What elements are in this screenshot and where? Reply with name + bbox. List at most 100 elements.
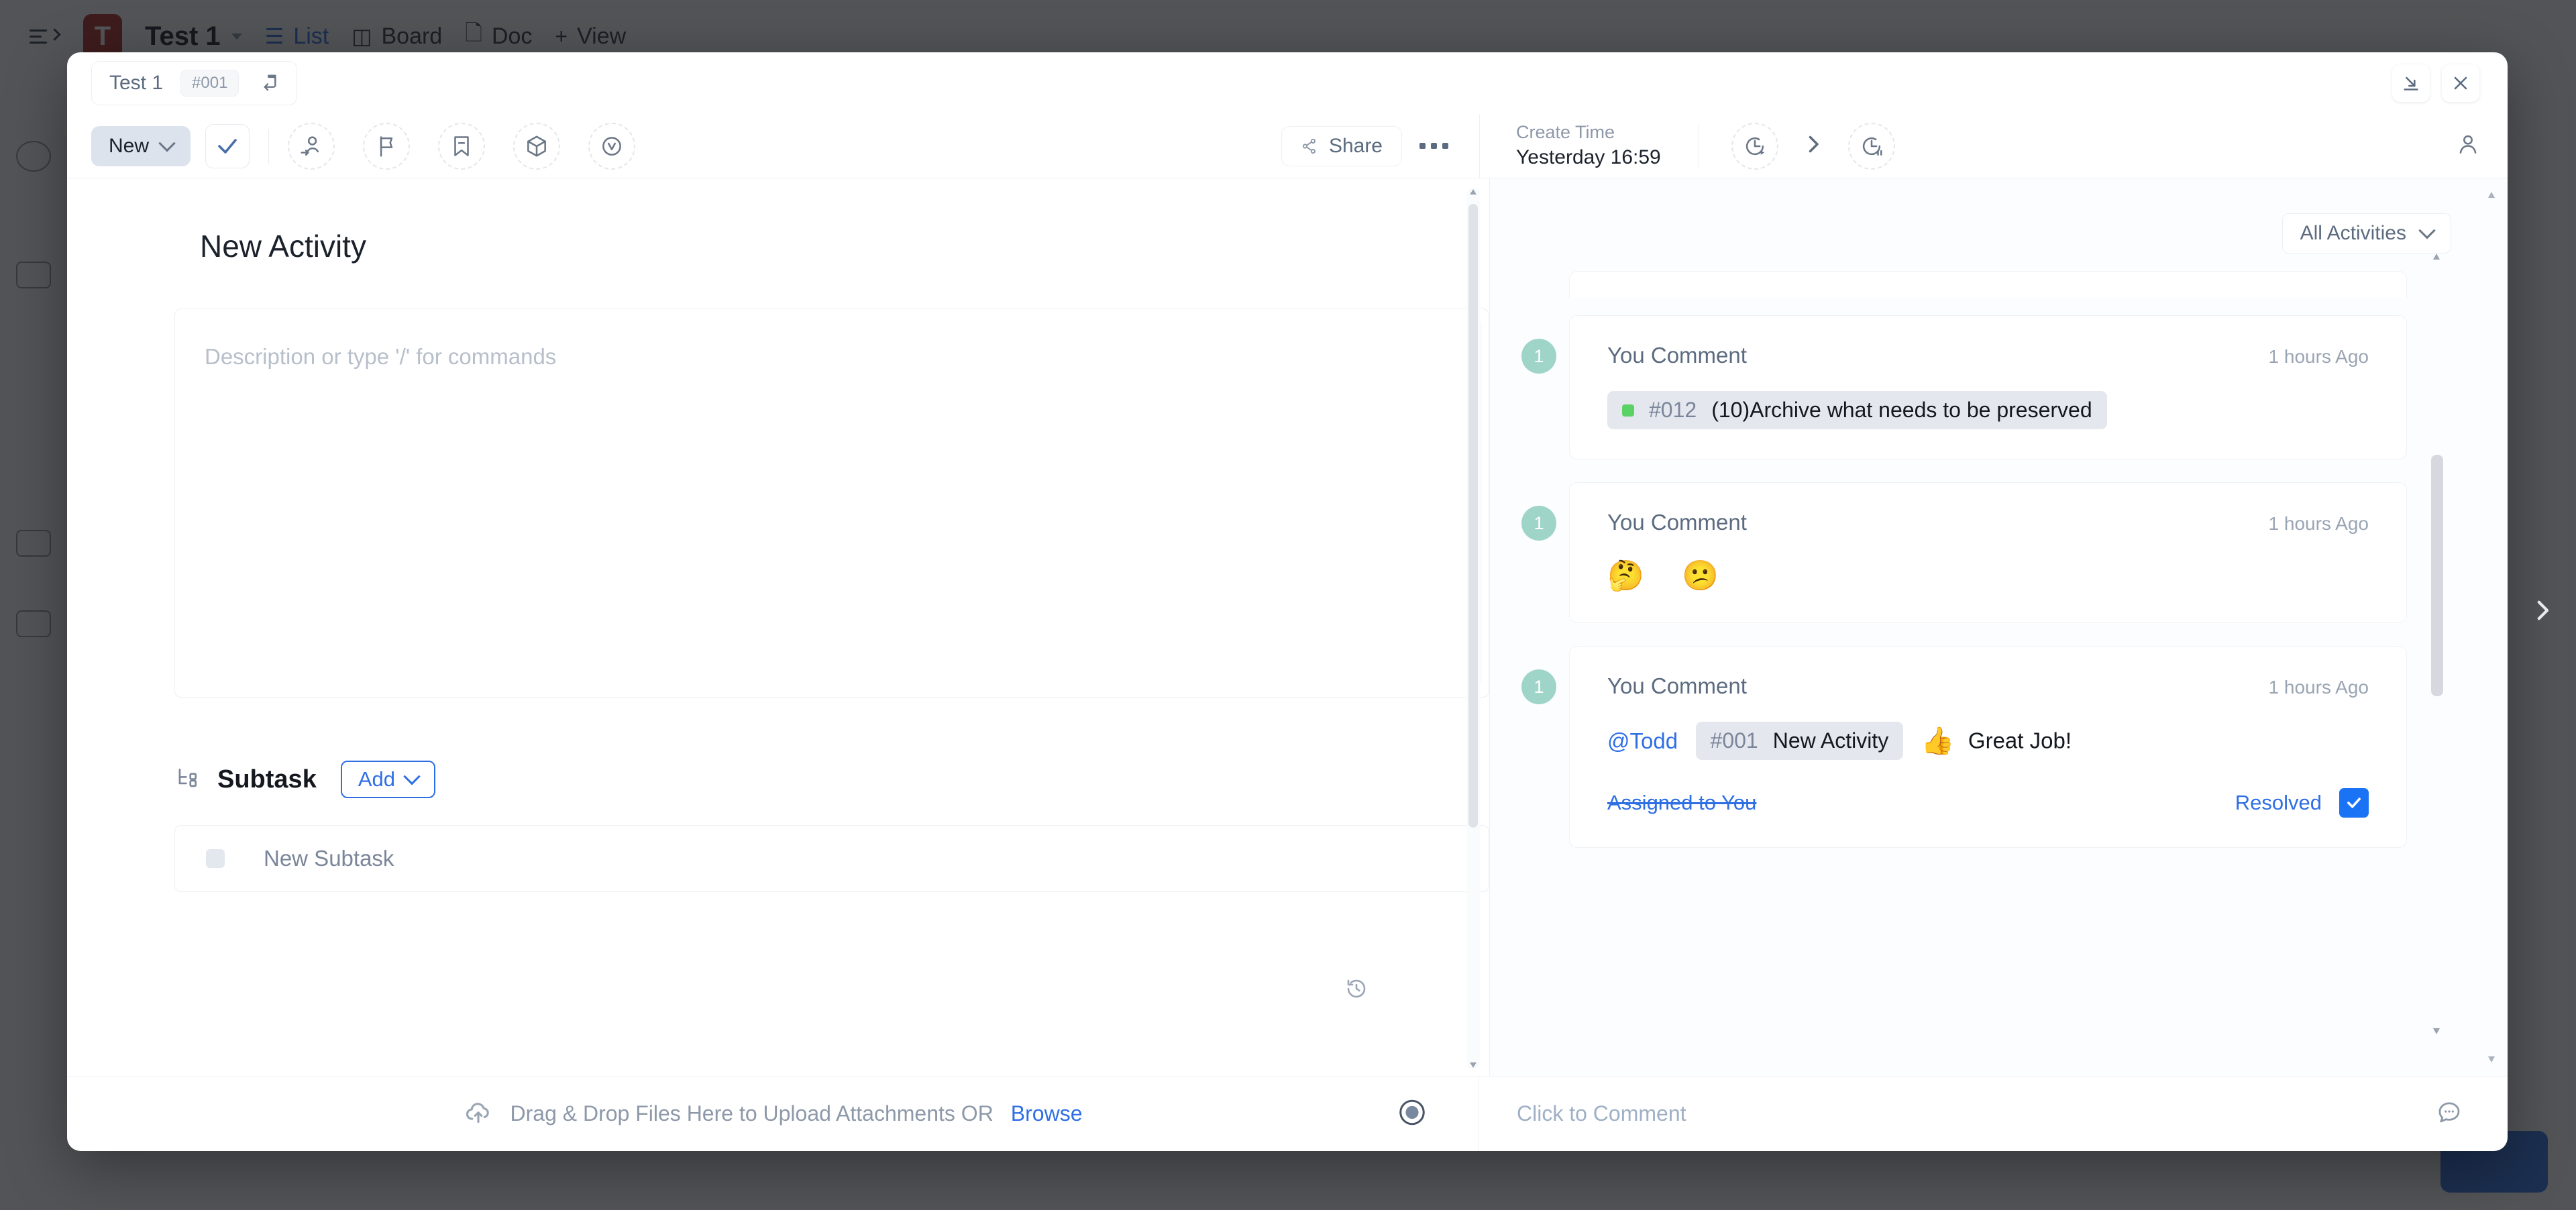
record-button[interactable] bbox=[1397, 1097, 1428, 1131]
subtask-row[interactable]: New Subtask bbox=[174, 825, 1489, 892]
activity-item[interactable]: 1 You Comment 1 hours Ago #012 (10)Archi… bbox=[1521, 315, 2407, 459]
open-in-new-icon[interactable] bbox=[256, 72, 279, 95]
activity-feed: 1 You Comment 1 hours Ago #012 (10)Archi… bbox=[1490, 254, 2508, 1076]
more-options-button[interactable] bbox=[1419, 143, 1448, 149]
activity-timestamp: 1 hours Ago bbox=[2268, 346, 2369, 367]
activity-timestamp: 1 hours Ago bbox=[2268, 513, 2369, 534]
breadcrumb[interactable]: Test 1 #001 bbox=[91, 61, 298, 105]
emoji-content: 🤔 😕 bbox=[1607, 559, 1733, 592]
check-icon bbox=[218, 138, 237, 154]
timer-next-button[interactable] bbox=[1801, 132, 1825, 160]
assigned-link[interactable]: Assigned to You bbox=[1607, 791, 1756, 815]
resolved-label: Resolved bbox=[2235, 791, 2322, 814]
dependencies-button[interactable] bbox=[513, 122, 561, 170]
add-subtask-button[interactable]: Add bbox=[340, 761, 435, 798]
description-history-button[interactable] bbox=[1344, 977, 1368, 1004]
scroll-up-arrow[interactable] bbox=[1470, 189, 1477, 195]
task-reference-title: New Activity bbox=[1772, 728, 1889, 753]
left-pane-scrollbar[interactable] bbox=[1466, 188, 1480, 1069]
activity-feed-scrollbar[interactable] bbox=[2431, 254, 2443, 1034]
activity-item[interactable]: 1 You Comment 1 hours Ago 🤔 😕 bbox=[1521, 482, 2407, 623]
subtask-section-label: Subtask bbox=[217, 765, 317, 793]
scroll-down-arrow[interactable] bbox=[1470, 1062, 1477, 1068]
watchers-button[interactable] bbox=[2455, 131, 2481, 160]
resolved-control[interactable]: Resolved bbox=[2235, 788, 2369, 818]
chevron-down-icon bbox=[158, 134, 176, 152]
divider bbox=[268, 128, 270, 164]
modal-footer: Drag & Drop Files Here to Upload Attachm… bbox=[67, 1076, 2508, 1151]
assignee-button[interactable] bbox=[288, 122, 335, 170]
avatar: 1 bbox=[1521, 339, 1556, 374]
status-dropdown[interactable]: New bbox=[91, 125, 191, 166]
task-reference-chip[interactable]: #001 New Activity bbox=[1695, 722, 1904, 760]
scroll-up-arrow[interactable] bbox=[2433, 254, 2440, 260]
person-icon bbox=[2459, 135, 2477, 154]
priority-button[interactable] bbox=[363, 122, 411, 170]
activity-filter-dropdown[interactable]: All Activities bbox=[2282, 213, 2451, 254]
record-icon bbox=[1399, 1099, 1425, 1125]
create-time-block: Create Time Yesterday 16:59 bbox=[1516, 120, 1661, 172]
description-editor[interactable]: Description or type '/' for commands bbox=[174, 309, 1489, 698]
activity-item[interactable]: 1 You Comment 1 hours Ago @Todd #001 New… bbox=[1521, 646, 2407, 848]
user-mention[interactable]: @Todd bbox=[1607, 728, 1678, 753]
activity-item-partial[interactable] bbox=[1569, 271, 2407, 298]
comment-input-placeholder[interactable]: Click to Comment bbox=[1517, 1101, 1686, 1126]
create-time-value: Yesterday 16:59 bbox=[1516, 146, 1661, 169]
priority-flag-icon bbox=[380, 135, 393, 157]
activity-filter-label: All Activities bbox=[2300, 222, 2406, 244]
timer-pause-button[interactable] bbox=[1847, 122, 1895, 170]
modal-body: New Activity Description or type '/' for… bbox=[67, 178, 2508, 1076]
scroll-up-arrow[interactable] bbox=[2488, 192, 2495, 198]
mark-complete-button[interactable] bbox=[205, 123, 250, 168]
tag-bookmark-icon bbox=[454, 135, 469, 156]
comment-bubble-button[interactable] bbox=[2435, 1098, 2463, 1130]
activity-footer: Assigned to You Resolved bbox=[1607, 788, 2369, 818]
avatar: 1 bbox=[1521, 506, 1556, 541]
thumbs-up-icon: 👍 bbox=[1921, 726, 1955, 756]
share-icon bbox=[1302, 138, 1316, 154]
task-meta-bar: Create Time Yesterday 16:59 bbox=[1479, 113, 2508, 178]
activity-body: 🤔 😕 bbox=[1607, 558, 2369, 593]
timer-start-button[interactable] bbox=[1731, 122, 1778, 170]
chevron-right-icon bbox=[1809, 135, 1819, 153]
activity-pane-scrollbar[interactable] bbox=[2486, 192, 2498, 1062]
activity-header: You Comment 1 hours Ago bbox=[1607, 673, 2369, 699]
create-time-label: Create Time bbox=[1516, 122, 1615, 143]
chevron-down-icon bbox=[2418, 222, 2436, 239]
tags-button[interactable] bbox=[438, 122, 486, 170]
next-task-button[interactable] bbox=[2522, 590, 2563, 630]
scroll-thumb[interactable] bbox=[2431, 455, 2443, 696]
activity-author: You Comment bbox=[1607, 510, 1747, 535]
share-button[interactable]: Share bbox=[1281, 125, 1402, 166]
activity-filter-row: All Activities bbox=[1490, 178, 2508, 254]
version-button[interactable] bbox=[588, 122, 636, 170]
chevron-down-icon bbox=[403, 768, 421, 785]
subtask-tree-glyph bbox=[178, 768, 197, 787]
resolved-checkbox[interactable] bbox=[2339, 788, 2369, 818]
scroll-thumb[interactable] bbox=[1468, 204, 1478, 828]
attachment-dropzone[interactable]: Drag & Drop Files Here to Upload Attachm… bbox=[67, 1077, 1479, 1151]
scroll-down-arrow[interactable] bbox=[2433, 1028, 2440, 1034]
close-button[interactable] bbox=[2442, 64, 2479, 102]
subtask-section-header: Subtask Add bbox=[174, 761, 1489, 798]
assignee-icon bbox=[301, 135, 319, 156]
comment-composer[interactable]: Click to Comment bbox=[1479, 1077, 2508, 1151]
breadcrumb-list-name[interactable]: Test 1 bbox=[109, 72, 163, 95]
task-reference-chip[interactable]: #012 (10)Archive what needs to be preser… bbox=[1607, 391, 2107, 429]
page-title[interactable]: New Activity bbox=[67, 178, 1489, 264]
activity-pane: All Activities 1 You Comment 1 hours Ago bbox=[1490, 178, 2508, 1076]
activity-author: You Comment bbox=[1607, 343, 1747, 368]
scroll-down-arrow[interactable] bbox=[2488, 1056, 2495, 1062]
subtask-name[interactable]: New Subtask bbox=[264, 846, 394, 871]
activity-header: You Comment 1 hours Ago bbox=[1607, 343, 2369, 368]
cloud-upload-glyph bbox=[466, 1103, 489, 1123]
subtask-checkbox[interactable] bbox=[206, 849, 225, 868]
status-dot-icon bbox=[1622, 404, 1634, 417]
collapse-down-icon bbox=[2404, 76, 2418, 91]
minimize-button[interactable] bbox=[2392, 64, 2430, 102]
activity-header: You Comment 1 hours Ago bbox=[1607, 510, 2369, 535]
task-detail-pane: New Activity Description or type '/' for… bbox=[67, 178, 1490, 1076]
browse-link[interactable]: Browse bbox=[1011, 1101, 1083, 1126]
comment-message: Great Job! bbox=[1968, 728, 2072, 753]
activity-body: #012 (10)Archive what needs to be preser… bbox=[1607, 391, 2369, 429]
